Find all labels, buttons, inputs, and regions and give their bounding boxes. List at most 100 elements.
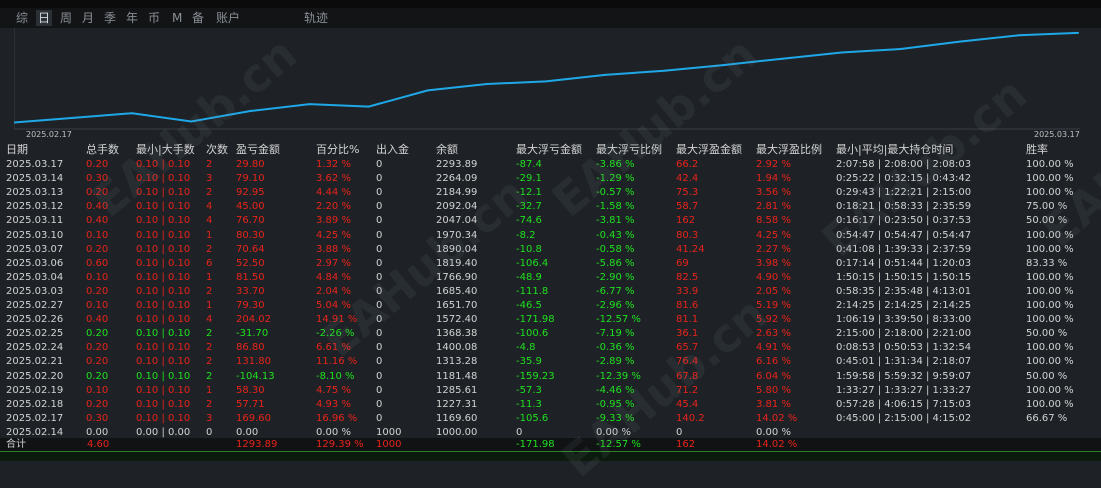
cell-minmax: 0.10 | 0.10 <box>136 356 191 368</box>
cell-maep: -0.95 % <box>596 398 635 410</box>
tab-6[interactable]: 币 <box>146 10 162 26</box>
cell-hold: 2:15:00 | 2:18:00 | 2:21:00 <box>836 328 972 340</box>
cell-mae: -57.3 <box>516 384 542 396</box>
cell-mfep: 3.81 % <box>756 398 791 410</box>
column-header[interactable]: 百分比% <box>316 143 359 157</box>
cell-win: 100.00 % <box>1026 356 1074 368</box>
cell-mfe: 140.2 <box>676 412 705 424</box>
cell-bal: 1651.70 <box>436 300 478 311</box>
cell-io: 0 <box>376 356 383 368</box>
tab-5[interactable]: 年 <box>124 10 140 26</box>
cell-maep: -3.86 % <box>596 159 635 170</box>
cell-lots: 0.20 <box>86 370 109 382</box>
tab-9[interactable]: 账户 <box>214 10 242 26</box>
table-row: 2025.03.07 0.20 0.10 | 0.10 2 70.64 3.88 % 0 18… <box>0 243 1101 257</box>
tab-2[interactable]: 周 <box>58 10 74 26</box>
balance-series-line <box>14 31 1079 124</box>
cell-count: 2 <box>206 342 213 354</box>
cell-mfe: 80.3 <box>676 229 699 241</box>
cell-io: 0 <box>376 215 383 227</box>
cell-count: 4 <box>206 314 213 326</box>
cell-date: 2025.02.21 <box>6 356 64 368</box>
cell-pnl: 92.95 <box>236 187 265 199</box>
column-header[interactable]: 余额 <box>436 143 458 157</box>
cell-maep: -1.29 % <box>596 173 635 185</box>
cell-pct: 2.97 % <box>316 257 351 269</box>
column-header[interactable]: 胜率 <box>1026 143 1048 157</box>
cell-bal: 2047.04 <box>436 215 478 227</box>
tab-7[interactable]: M <box>170 10 184 26</box>
cell-lots: 0.20 <box>86 328 109 340</box>
cell-pct: 3.62 % <box>316 173 351 185</box>
cell-lots: 0.30 <box>86 173 109 185</box>
cell-maep: -9.33 % <box>596 412 635 424</box>
cell-mfep: 2.27 % <box>756 243 791 255</box>
cell-date: 2025.03.11 <box>6 215 64 227</box>
tab-0[interactable]: 综 <box>14 10 30 26</box>
cell-mfe: 65.7 <box>676 342 699 354</box>
cell-pnl: 52.50 <box>236 257 265 269</box>
cell-mae: -74.6 <box>516 215 542 227</box>
column-header[interactable]: 最小|大手数 <box>136 143 195 157</box>
cell-mfe: 41.24 <box>676 243 705 255</box>
total-max-drawdown-pct: -12.57 % <box>596 439 641 450</box>
cell-mfep: 2.92 % <box>756 159 791 170</box>
cell-mfep: 5.92 % <box>756 314 791 326</box>
cell-win: 75.00 % <box>1026 201 1068 213</box>
tab-10[interactable]: 轨迹 <box>302 10 330 26</box>
table-row: 2025.03.03 0.20 0.10 | 0.10 2 33.70 2.04 % 0 16… <box>0 285 1101 299</box>
column-header[interactable]: 出入金 <box>376 143 409 157</box>
column-header[interactable]: 次数 <box>206 143 228 157</box>
table-row: 2025.03.17 0.20 0.10 | 0.10 2 29.80 1.32 % 0 22… <box>0 158 1101 172</box>
cell-win: 83.33 % <box>1026 257 1068 269</box>
column-header[interactable]: 最小|平均|最大持仓时间 <box>836 143 953 157</box>
column-header[interactable]: 最大浮盈金额 <box>676 143 742 157</box>
cell-pct: 11.16 % <box>316 356 358 368</box>
tab-4[interactable]: 季 <box>102 10 118 26</box>
cell-bal: 1819.40 <box>436 257 478 269</box>
column-header[interactable]: 最大浮盈比例 <box>756 143 822 157</box>
cell-mfe: 36.1 <box>676 328 699 340</box>
cell-maep: -12.39 % <box>596 370 641 382</box>
cell-mfe: 71.2 <box>676 384 699 396</box>
cell-count: 1 <box>206 271 213 283</box>
cell-bal: 1368.38 <box>436 328 478 340</box>
tab-8[interactable]: 备 <box>190 10 206 26</box>
cell-mfep: 1.94 % <box>756 173 791 185</box>
cell-minmax: 0.10 | 0.10 <box>136 229 191 241</box>
column-header[interactable]: 最大浮亏比例 <box>596 143 662 157</box>
cell-mae: -87.4 <box>516 159 542 170</box>
cell-lots: 0.30 <box>86 412 109 424</box>
cell-count: 3 <box>206 412 213 424</box>
cell-win: 50.00 % <box>1026 328 1068 340</box>
cell-io: 0 <box>376 243 383 255</box>
cell-pnl: 79.30 <box>236 300 265 311</box>
column-header[interactable]: 总手数 <box>86 143 119 157</box>
cell-hold: 0:54:47 | 0:54:47 | 0:54:47 <box>836 229 972 241</box>
cell-mfe: 81.6 <box>676 300 699 311</box>
cell-mfe: 33.9 <box>676 285 699 297</box>
cell-pnl: 57.71 <box>236 398 265 410</box>
balance-point <box>131 112 134 115</box>
column-header[interactable]: 最大浮亏金额 <box>516 143 582 157</box>
cell-minmax: 0.10 | 0.10 <box>136 215 191 227</box>
column-header[interactable]: 日期 <box>6 143 28 157</box>
cell-maep: -5.86 % <box>596 257 635 269</box>
tab-3[interactable]: 月 <box>80 10 96 26</box>
tab-1[interactable]: 日 <box>36 10 53 26</box>
cell-pct: 3.88 % <box>316 243 351 255</box>
cell-minmax: 0.10 | 0.10 <box>136 257 191 269</box>
cell-mfe: 45.4 <box>676 398 699 410</box>
cell-minmax: 0.10 | 0.10 <box>136 187 191 199</box>
table-row: 2025.02.18 0.20 0.10 | 0.10 2 57.71 4.93 % 0 12… <box>0 398 1101 412</box>
cell-lots: 0.10 <box>86 229 109 241</box>
cell-mfep: 3.56 % <box>756 187 791 199</box>
cell-mfep: 5.19 % <box>756 300 791 311</box>
top-strip <box>0 0 1101 8</box>
cell-bal: 1766.90 <box>436 271 478 283</box>
total-max-floating-profit: 162 <box>676 439 696 450</box>
column-header[interactable]: 盈亏金额 <box>236 143 280 157</box>
cell-io: 0 <box>376 328 383 340</box>
cell-date: 2025.03.17 <box>6 159 64 170</box>
cell-minmax: 0.10 | 0.10 <box>136 285 191 297</box>
